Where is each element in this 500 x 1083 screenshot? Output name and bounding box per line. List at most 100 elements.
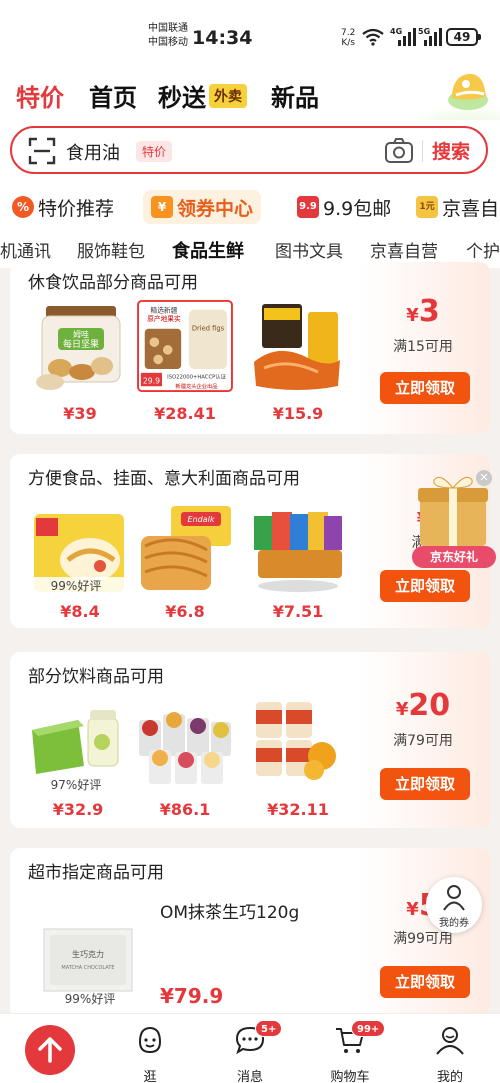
pack-name: 生巧克力 xyxy=(72,949,104,959)
wifi-icon xyxy=(362,28,384,46)
product-image[interactable]: 精选新疆 原产地果实 Dried figs 29.9 ISO22000+HACC… xyxy=(135,300,235,392)
product-price: ¥7.51 xyxy=(272,602,324,621)
product-price: ¥79.9 xyxy=(160,984,224,1008)
product-image[interactable]: 姆哇 每日坚果 xyxy=(30,302,130,394)
pack-brand: Endalk xyxy=(188,515,215,524)
bottom-tab-bar: 逛 5+ 消息 99+ 购物车 我的 xyxy=(0,1013,500,1083)
feature-jingxi[interactable]: 1元 京喜自 xyxy=(416,190,499,224)
product-image[interactable] xyxy=(135,696,235,788)
promo-sneaker-icon[interactable] xyxy=(444,64,492,114)
tab-label: 消息 xyxy=(236,1070,263,1083)
tab-label: 购物车 xyxy=(330,1070,370,1083)
feature-coupon-center[interactable]: ¥ 领券中心 xyxy=(143,190,262,224)
coupon-icon: ¥ xyxy=(151,196,173,218)
tab-label: 我的 xyxy=(436,1070,463,1083)
speed-unit: K/s xyxy=(341,38,355,48)
tab-special-offer[interactable]: 特价 xyxy=(16,78,64,123)
pack-footer: 新疆龙头企业出品 xyxy=(175,382,217,390)
category-jingxi-self[interactable]: 京喜自营 xyxy=(370,237,438,262)
product-image[interactable]: Endalk xyxy=(135,502,235,594)
product-price: ¥39 xyxy=(63,404,97,423)
claim-coupon-button[interactable]: 立即领取 xyxy=(380,570,470,602)
search-bar[interactable]: 食用油 特价 搜索 xyxy=(10,126,488,174)
tab-browse[interactable]: 逛 xyxy=(115,1022,185,1083)
feature-special-recommend[interactable]: % 特价推荐 xyxy=(12,190,114,224)
clock: 14:34 xyxy=(192,27,253,49)
category-books[interactable]: 图书文具 xyxy=(275,237,343,262)
home-button[interactable] xyxy=(25,1025,75,1075)
gift-label[interactable]: 京东好礼 xyxy=(412,546,496,568)
coupon-scope: 休食饮品部分商品可用 xyxy=(28,273,198,293)
nine-nine-icon: 9.9 xyxy=(297,196,319,218)
product-name[interactable]: OM抹茶生巧120g xyxy=(160,898,299,923)
tab-profile[interactable]: 我的 xyxy=(415,1022,485,1083)
category-personal-care[interactable]: 个护 xyxy=(466,237,500,262)
search-button[interactable]: 搜索 xyxy=(432,137,470,164)
coupon-condition: 满15可用 xyxy=(393,339,453,355)
category-apparel[interactable]: 服饰鞋包 xyxy=(77,237,145,262)
pack-line: 原产地果实 xyxy=(147,314,181,323)
carrier-labels: 中国联通 中国移动 xyxy=(148,22,188,50)
coupon-amount-value: 20 xyxy=(408,688,451,723)
tab-label: 逛 xyxy=(143,1070,157,1083)
my-coupon-button[interactable]: 我的券 xyxy=(426,877,482,933)
top-navigation: 特价 首页 秒送 新品 xyxy=(0,64,500,184)
coupon-amount-value: 3 xyxy=(418,294,440,329)
feature-label: 9.9包邮 xyxy=(323,197,392,220)
coupon-amount: ¥20 xyxy=(395,688,451,723)
browse-icon xyxy=(138,1026,162,1054)
product-price: ¥6.8 xyxy=(165,602,205,621)
coupon-condition: 满79可用 xyxy=(393,733,453,749)
network-speed: 7.2 K/s xyxy=(341,28,355,48)
pack-price: 29.9 xyxy=(143,376,160,385)
coupon-card: 休食饮品部分商品可用 姆哇 每日坚果 精选新疆 原产地果实 Dried figs… xyxy=(10,262,490,434)
home-arrow-icon xyxy=(38,1037,62,1063)
product-price: ¥15.9 xyxy=(272,404,324,423)
close-icon[interactable]: ✕ xyxy=(476,470,492,486)
search-query[interactable]: 食用油 xyxy=(66,139,120,165)
waimai-badge: 外卖 xyxy=(209,84,247,108)
tab-cart[interactable]: 99+ 购物车 xyxy=(315,1020,386,1083)
coupon-scope: 超市指定商品可用 xyxy=(28,863,164,883)
claim-coupon-button[interactable]: 立即领取 xyxy=(380,372,470,404)
pack-cert: ISO22000+HACCP认证 xyxy=(167,373,226,381)
tab-messages[interactable]: 5+ 消息 xyxy=(215,1020,285,1083)
claim-coupon-button[interactable]: 立即领取 xyxy=(380,966,470,998)
product-image[interactable] xyxy=(248,506,348,598)
product-rating: 99%好评 xyxy=(26,577,126,594)
claim-coupon-button[interactable]: 立即领取 xyxy=(380,768,470,800)
feature-label: 特价推荐 xyxy=(38,197,115,220)
feature-label: 京喜自 xyxy=(442,197,500,220)
product-price: ¥86.1 xyxy=(159,800,211,819)
message-badge: 5+ xyxy=(255,1020,283,1037)
my-coupon-icon xyxy=(443,885,465,911)
product-price: ¥32.11 xyxy=(267,800,329,819)
product-rating: 97%好评 xyxy=(26,776,126,793)
carrier-1: 中国联通 xyxy=(148,23,188,34)
signal-2-icon xyxy=(424,28,442,46)
product-price: ¥8.4 xyxy=(60,602,100,621)
battery-indicator: 49 xyxy=(446,28,481,46)
camera-icon[interactable] xyxy=(384,137,414,165)
tab-instant-delivery[interactable]: 秒送 xyxy=(158,78,206,113)
pack-line: MATCHA CHOCOLATE xyxy=(61,965,114,971)
tab-new-products[interactable]: 新品 xyxy=(271,78,319,113)
product-image[interactable] xyxy=(28,696,128,788)
product-image[interactable] xyxy=(248,696,348,788)
one-yuan-icon: 1元 xyxy=(416,196,438,218)
product-price: ¥28.41 xyxy=(154,404,216,423)
search-query-tag: 特价 xyxy=(136,141,173,162)
product-price: ¥32.9 xyxy=(52,800,104,819)
scan-icon[interactable] xyxy=(28,137,56,165)
signal-1-icon xyxy=(398,28,416,46)
pack-brand: 姆哇 xyxy=(73,329,89,339)
profile-icon xyxy=(436,1027,464,1055)
feature-row: % 特价推荐 ¥ 领券中心 9.9 9.9包邮 1元 京喜自 xyxy=(0,180,500,228)
product-rating: 99%好评 xyxy=(64,992,116,1006)
feature-free-shipping[interactable]: 9.9 9.9包邮 xyxy=(297,190,391,224)
category-phone-comm[interactable]: 机通讯 xyxy=(0,237,51,262)
category-food-fresh[interactable]: 食品生鲜 xyxy=(172,237,244,263)
tab-home[interactable]: 首页 xyxy=(89,78,137,113)
coupon-scope: 方便食品、挂面、意大利面商品可用 xyxy=(28,469,300,489)
product-image[interactable] xyxy=(248,302,348,394)
